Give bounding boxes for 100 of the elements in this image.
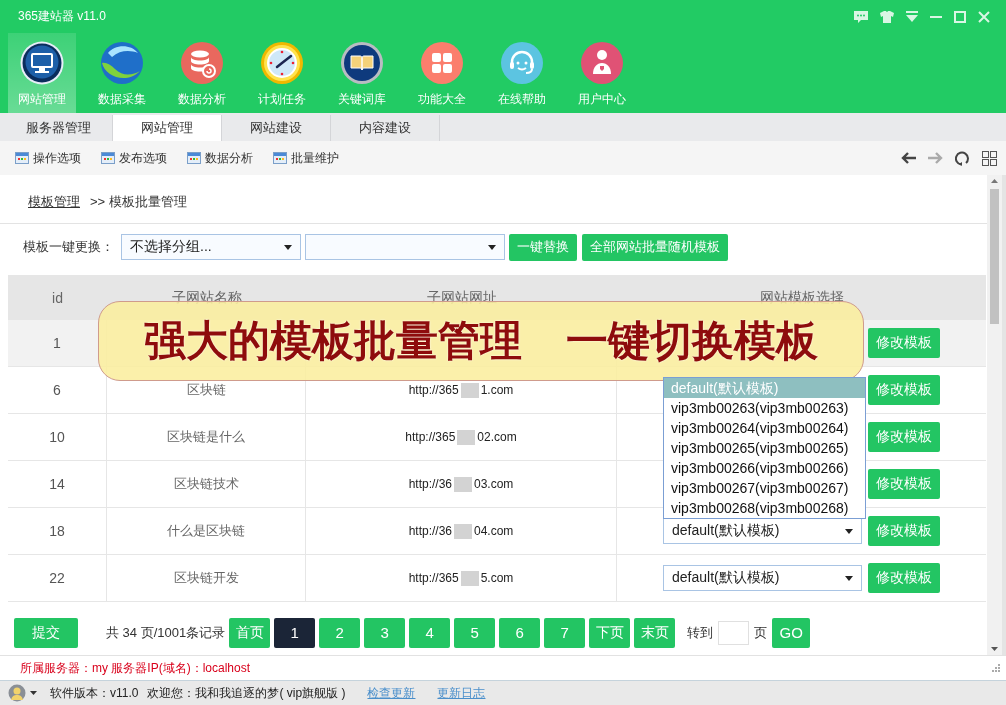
page-button[interactable]: 6 <box>499 617 541 648</box>
page-button[interactable]: 4 <box>409 617 451 648</box>
dropdown-option[interactable]: vip3mb00264(vip3mb00264) <box>664 418 865 438</box>
template-select[interactable]: default(默认模板) <box>663 565 862 591</box>
dropdown-option[interactable]: vip3mb00263(vip3mb00263) <box>664 398 865 418</box>
edit-template-button[interactable]: 修改模板 <box>868 516 940 546</box>
version-text: 软件版本：v11.0 <box>50 684 139 702</box>
dropdown-option[interactable]: vip3mb00268(vip3mb00268) <box>664 498 865 518</box>
forward-arrow-icon[interactable] <box>928 152 943 164</box>
edit-template-button[interactable]: 修改模板 <box>868 469 940 499</box>
nav-button[interactable]: 功能大全 <box>408 33 476 113</box>
table-cell: 区块链技术 <box>107 461 306 507</box>
dropdown-option[interactable]: default(默认模板) <box>664 378 865 398</box>
dropdown-option[interactable]: vip3mb00266(vip3mb00266) <box>664 458 865 478</box>
triangle-down-icon[interactable] <box>906 11 918 22</box>
url-text: http://36 <box>408 524 452 538</box>
page-button[interactable]: 首页 <box>229 617 271 648</box>
toolbar-button[interactable]: 数据分析 <box>187 149 253 167</box>
window-icon <box>273 152 287 164</box>
edit-template-button[interactable]: 修改模板 <box>868 563 940 593</box>
redaction-block <box>460 382 479 398</box>
table-cell: 14 <box>8 461 107 507</box>
page-button[interactable]: 下页 <box>589 617 631 648</box>
dropdown-option[interactable]: vip3mb00265(vip3mb00265) <box>664 438 865 458</box>
tiles-icon <box>420 41 464 85</box>
page-button[interactable]: 5 <box>454 617 496 648</box>
scrollbar-thumb[interactable] <box>990 189 999 324</box>
caret-icon <box>845 575 853 581</box>
page-button[interactable]: 1 <box>274 617 316 648</box>
tab[interactable]: 网站管理 <box>113 115 222 141</box>
url-text: 5.com <box>480 571 514 585</box>
table-cell: 18 <box>8 508 107 554</box>
table-cell: 22 <box>8 555 107 601</box>
grid-icon[interactable] <box>982 150 997 166</box>
page-input[interactable] <box>718 620 750 645</box>
redaction-block <box>457 429 476 445</box>
action-button[interactable]: 一键替换 <box>509 233 577 261</box>
scroll-down-icon[interactable] <box>991 647 998 651</box>
chat-icon[interactable] <box>854 10 868 23</box>
breadcrumb-link[interactable]: 模板管理 <box>28 192 80 211</box>
edit-template-button[interactable]: 修改模板 <box>868 328 940 358</box>
caret-icon <box>284 244 292 250</box>
template-select[interactable] <box>305 234 505 260</box>
caret-icon <box>845 528 853 534</box>
swirl-icon <box>100 41 144 85</box>
welcome-text: 欢迎您：我和我追逐的梦( vip旗舰版 ) <box>147 684 346 702</box>
book-icon <box>340 41 384 85</box>
toolbar-button[interactable]: 操作选项 <box>15 149 81 167</box>
page-button[interactable]: 7 <box>544 617 586 648</box>
nav-button[interactable]: 关键词库 <box>328 33 396 113</box>
action-button[interactable]: 全部网站批量随机模板 <box>582 233 728 261</box>
page-button[interactable]: 2 <box>319 617 361 648</box>
shirt-icon[interactable] <box>880 10 894 23</box>
toolbar-button[interactable]: 发布选项 <box>101 149 167 167</box>
nav-button[interactable]: 网站管理 <box>8 33 76 113</box>
window-icon <box>187 152 201 164</box>
scroll-up-icon[interactable] <box>991 179 998 183</box>
banner-text: 强大的模板批量管理 一键切换模板 <box>143 320 819 362</box>
page-button[interactable]: 末页 <box>634 617 676 648</box>
scrollbar-track[interactable] <box>987 175 1002 655</box>
clock-icon <box>260 41 304 85</box>
column-header: id <box>51 288 64 308</box>
refresh-icon[interactable] <box>955 150 970 166</box>
back-arrow-icon[interactable] <box>901 152 916 164</box>
page-button[interactable]: 3 <box>364 617 406 648</box>
nav-button[interactable]: 数据分析 <box>168 33 236 113</box>
minimize-icon[interactable] <box>930 15 942 18</box>
status-link[interactable]: 更新日志 <box>437 684 486 702</box>
group-select[interactable]: 不选择分组... <box>121 234 301 260</box>
url-text: http://365 <box>405 430 456 444</box>
monitor-icon <box>20 41 64 85</box>
table-cell: 区块链是什么 <box>107 414 306 460</box>
maximize-icon[interactable] <box>954 10 966 23</box>
nav-button[interactable]: 计划任务 <box>248 33 316 113</box>
caret-icon[interactable] <box>30 691 37 695</box>
field-label: 模板一键更换： <box>23 238 114 256</box>
goto-label: 转到 <box>687 623 714 642</box>
window-icon <box>101 152 115 164</box>
dropdown-option[interactable]: vip3mb00267(vip3mb00267) <box>664 478 865 498</box>
table-cell: 什么是区块链 <box>107 508 306 554</box>
edit-template-button[interactable]: 修改模板 <box>868 422 940 452</box>
url-text: http://365 <box>408 571 459 585</box>
go-button[interactable]: GO <box>772 617 811 648</box>
nav-button[interactable]: 用户中心 <box>568 33 636 113</box>
url-text: http://36 <box>408 477 452 491</box>
status-link[interactable]: 检查更新 <box>367 684 416 702</box>
url-text: 04.com <box>474 524 514 538</box>
nav-button[interactable]: 数据采集 <box>88 33 156 113</box>
url-text: 02.com <box>477 430 517 444</box>
edit-template-button[interactable]: 修改模板 <box>868 375 940 405</box>
template-select[interactable]: default(默认模板) <box>663 518 862 544</box>
close-icon[interactable] <box>978 10 990 23</box>
breadcrumb-current: >> 模板批量管理 <box>90 192 187 211</box>
database-icon <box>180 41 224 85</box>
toolbar-button[interactable]: 批量维护 <box>273 149 339 167</box>
caret-icon <box>488 244 496 250</box>
submit-button[interactable]: 提交 <box>14 617 78 648</box>
table-cell: 10 <box>8 414 107 460</box>
resize-grip-icon[interactable] <box>992 664 1000 672</box>
nav-button[interactable]: 在线帮助 <box>488 33 556 113</box>
